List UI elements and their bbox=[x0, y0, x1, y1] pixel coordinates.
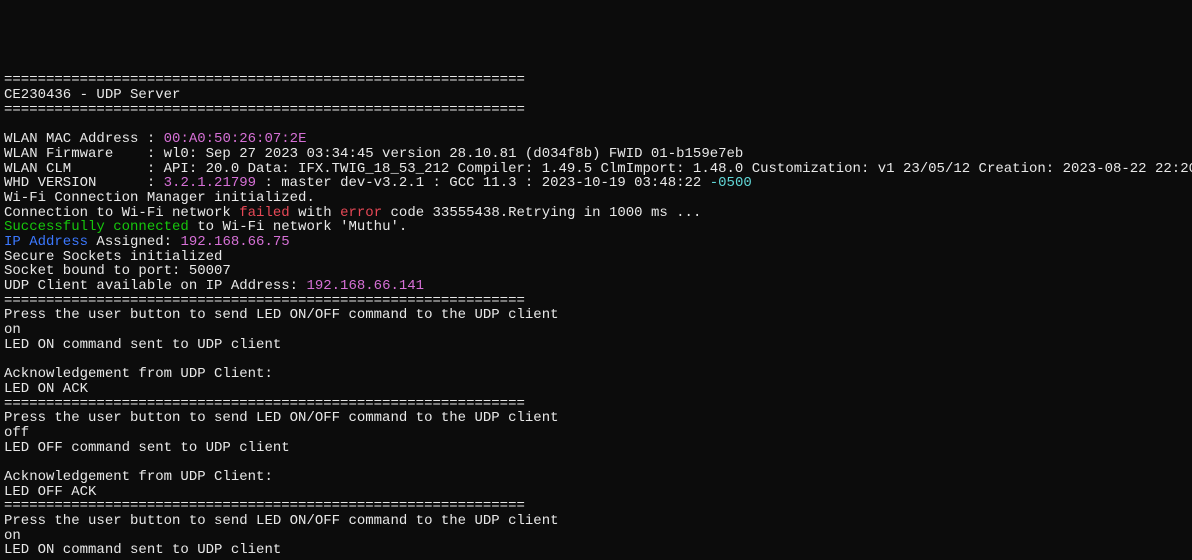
ack-label-line: Acknowledgement from UDP Client: bbox=[4, 366, 273, 382]
wcm-init-line: Wi-Fi Connection Manager initialized. bbox=[4, 190, 315, 206]
ip-line: IP Address Assigned: 192.168.66.75 bbox=[4, 234, 290, 250]
conn-fail-line: Connection to Wi-Fi network failed with … bbox=[4, 205, 701, 221]
clm-line: WLAN CLM : API: 20.0 Data: IFX.TWIG_18_5… bbox=[4, 161, 1192, 177]
divider: ========================================… bbox=[4, 293, 525, 309]
conn-ok-line: Successfully connected to Wi-Fi network … bbox=[4, 219, 407, 235]
ack-label-line: Acknowledgement from UDP Client: bbox=[4, 469, 273, 485]
sent-line: LED ON command sent to UDP client bbox=[4, 337, 281, 353]
udp-client-ip: 192.168.66.141 bbox=[306, 278, 424, 294]
secure-sockets-line: Secure Sockets initialized bbox=[4, 249, 222, 265]
prompt-line: Press the user button to send LED ON/OFF… bbox=[4, 410, 559, 426]
divider: ========================================… bbox=[4, 72, 525, 88]
sent-line: LED OFF command sent to UDP client bbox=[4, 440, 290, 456]
mac-line: WLAN MAC Address : 00:A0:50:26:07:2E bbox=[4, 131, 306, 147]
prompt-line: Press the user button to send LED ON/OFF… bbox=[4, 513, 559, 529]
divider: ========================================… bbox=[4, 102, 525, 118]
firmware-line: WLAN Firmware : wl0: Sep 27 2023 03:34:4… bbox=[4, 146, 743, 162]
divider: ========================================… bbox=[4, 396, 525, 412]
state-line: off bbox=[4, 425, 29, 441]
divider: ========================================… bbox=[4, 498, 525, 514]
ack-line: LED ON ACK bbox=[4, 381, 88, 397]
app-title: CE230436 - UDP Server bbox=[4, 87, 180, 103]
failed-word: failed bbox=[239, 205, 289, 221]
terminal-output: ========================================… bbox=[0, 59, 1192, 560]
ack-line: LED OFF ACK bbox=[4, 484, 96, 500]
prompt-line: Press the user button to send LED ON/OFF… bbox=[4, 307, 559, 323]
whd-version: 3.2.1.21799 bbox=[164, 175, 256, 191]
ip-label: IP Address bbox=[4, 234, 88, 250]
ip-address: 192.168.66.75 bbox=[180, 234, 289, 250]
whd-line: WHD VERSION : 3.2.1.21799 : master dev-v… bbox=[4, 175, 752, 191]
state-line: on bbox=[4, 322, 21, 338]
error-word: error bbox=[340, 205, 382, 221]
socket-bind-line: Socket bound to port: 50007 bbox=[4, 263, 231, 279]
state-line: on bbox=[4, 528, 21, 544]
mac-address: 00:A0:50:26:07:2E bbox=[164, 131, 307, 147]
success-words: Successfully connected bbox=[4, 219, 189, 235]
udp-client-line: UDP Client available on IP Address: 192.… bbox=[4, 278, 424, 294]
whd-tz: -0500 bbox=[710, 175, 752, 191]
